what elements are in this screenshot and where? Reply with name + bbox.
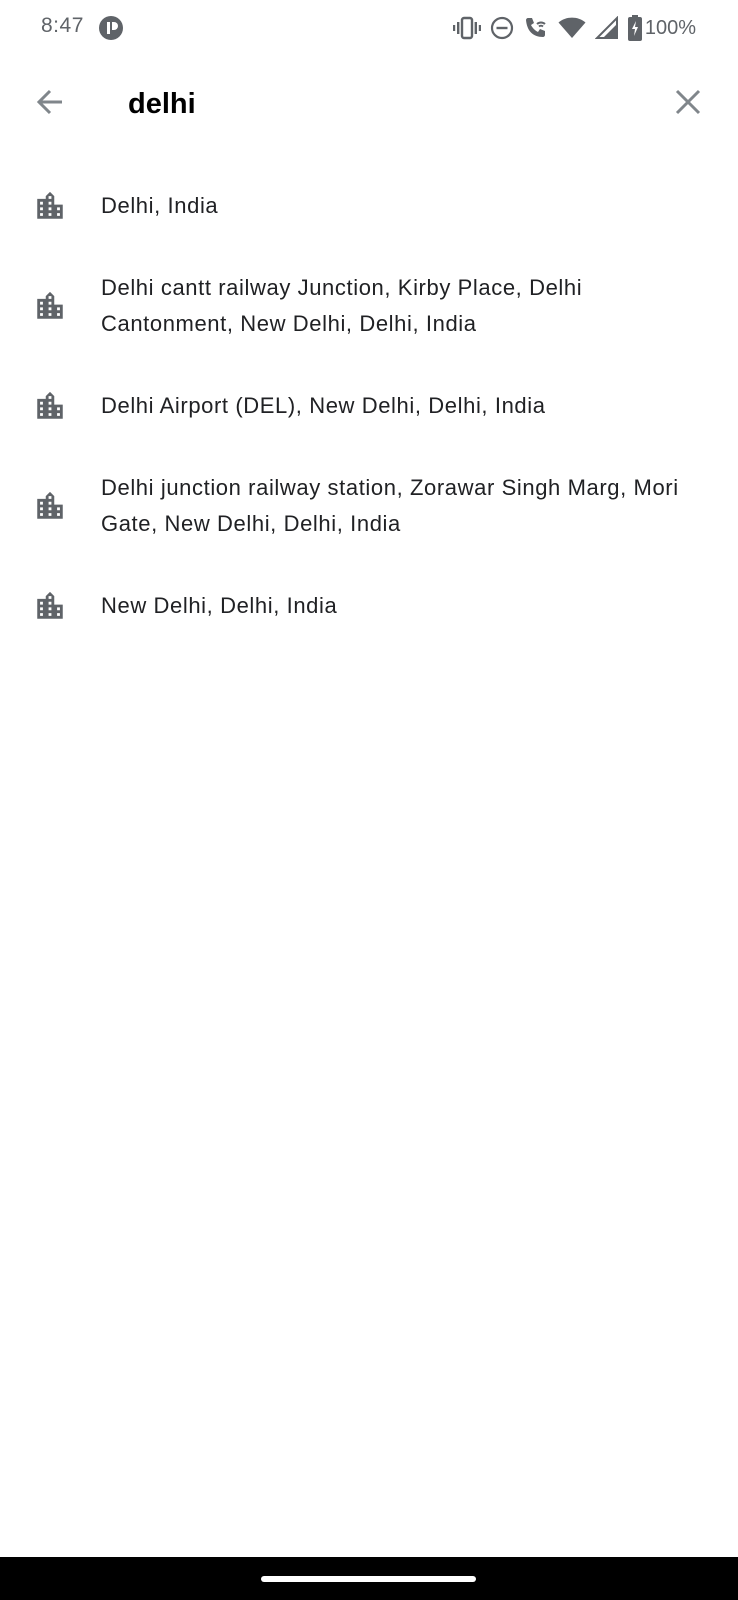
- back-button[interactable]: [26, 80, 74, 128]
- close-icon: [674, 88, 702, 121]
- result-label: Delhi, India: [101, 193, 219, 218]
- result-label: Delhi cantt railway Junction, Kirby Plac…: [101, 275, 583, 336]
- do-not-disturb-icon: [490, 16, 514, 40]
- result-label: Delhi junction railway station, Zorawar …: [101, 475, 679, 536]
- status-time: 8:47: [41, 14, 84, 37]
- status-icons: 100%: [452, 13, 696, 43]
- city-icon: [33, 189, 67, 223]
- battery-percent: 100%: [644, 16, 696, 39]
- signal-icon: [594, 16, 619, 40]
- system-navigation-bar: [0, 1557, 738, 1600]
- city-icon: [33, 489, 67, 523]
- status-bar: 8:47 100%: [0, 0, 738, 56]
- search-result-item[interactable]: New Delhi, Delhi, India: [0, 566, 738, 646]
- search-results-list: Delhi, India Delhi cantt railway Junctio…: [0, 166, 738, 646]
- search-bar: [0, 64, 738, 144]
- city-icon: [33, 389, 67, 423]
- search-result-item[interactable]: Delhi junction railway station, Zorawar …: [0, 446, 738, 566]
- search-input[interactable]: [128, 82, 648, 126]
- city-icon: [33, 289, 67, 323]
- search-result-item[interactable]: Delhi cantt railway Junction, Kirby Plac…: [0, 246, 738, 366]
- battery-charging-icon: [627, 15, 642, 41]
- search-result-item[interactable]: Delhi Airport (DEL), New Delhi, Delhi, I…: [0, 366, 738, 446]
- app-notification-icon: [98, 15, 124, 46]
- search-result-item[interactable]: Delhi, India: [0, 166, 738, 246]
- clear-search-button[interactable]: [664, 80, 712, 128]
- city-icon: [33, 589, 67, 623]
- arrow-back-icon: [34, 86, 66, 123]
- home-indicator[interactable]: [261, 1576, 476, 1582]
- vibrate-icon: [452, 16, 481, 40]
- result-label: Delhi Airport (DEL), New Delhi, Delhi, I…: [101, 393, 546, 418]
- wifi-icon: [558, 16, 586, 40]
- wifi-calling-icon: [523, 15, 549, 41]
- result-label: New Delhi, Delhi, India: [101, 593, 338, 618]
